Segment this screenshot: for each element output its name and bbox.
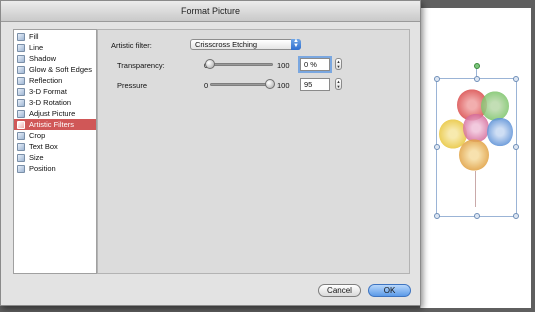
ok-button[interactable]: OK: [368, 284, 411, 297]
pressure-max-label: 100: [277, 81, 290, 90]
artistic-filter-popup[interactable]: Crisscross Etching ▲ ▼: [190, 38, 301, 50]
category-adjust-picture[interactable]: Adjust Picture: [14, 108, 96, 119]
position-icon: [17, 164, 25, 173]
category-label: Glow & Soft Edges: [29, 65, 92, 74]
artistic-filters-panel: Artistic filter: Crisscross Etching ▲ ▼ T…: [97, 29, 410, 274]
pressure-stepper[interactable]: ▲ ▼: [335, 78, 342, 90]
transparency-label: Transparency:: [117, 61, 165, 70]
transparency-slider-knob[interactable]: [205, 59, 215, 69]
3d-rotation-icon: [17, 98, 25, 107]
resize-handle-bottom-left[interactable]: [434, 213, 440, 219]
resize-handle-right[interactable]: [513, 144, 519, 150]
pressure-field[interactable]: 95: [300, 78, 330, 91]
artistic-filters-icon: [17, 120, 25, 129]
category-label: Text Box: [29, 142, 58, 151]
category-label: Artistic Filters: [29, 120, 74, 129]
transparency-slider-track[interactable]: [210, 63, 273, 66]
glow-icon: [17, 65, 25, 74]
pressure-slider-knob[interactable]: [264, 79, 275, 89]
category-glow-soft-edges[interactable]: Glow & Soft Edges: [14, 64, 96, 75]
category-artistic-filters[interactable]: Artistic Filters: [14, 119, 96, 130]
category-label: 3-D Rotation: [29, 98, 72, 107]
transparency-max-label: 100: [277, 61, 290, 70]
reflection-icon: [17, 76, 25, 85]
size-icon: [17, 153, 25, 162]
category-shadow[interactable]: Shadow: [14, 53, 96, 64]
line-icon: [17, 43, 25, 52]
category-label: Adjust Picture: [29, 109, 76, 118]
rotation-handle[interactable]: [474, 63, 480, 69]
shadow-icon: [17, 54, 25, 63]
category-label: Reflection: [29, 76, 63, 85]
format-picture-dialog: Format Picture Fill Line Shadow Glow & S…: [0, 0, 421, 306]
balloon-blue: [487, 117, 513, 147]
pressure-slider-track[interactable]: [210, 83, 273, 86]
pressure-label: Pressure: [117, 81, 148, 90]
pressure-min-label: 0: [204, 81, 209, 90]
cancel-button[interactable]: Cancel: [318, 284, 361, 297]
resize-handle-bottom[interactable]: [474, 213, 480, 219]
category-label: Line: [29, 43, 44, 52]
category-3d-rotation[interactable]: 3-D Rotation: [14, 97, 96, 108]
category-label: Fill: [29, 32, 39, 41]
category-label: Size: [29, 153, 44, 162]
transparency-stepper[interactable]: ▲ ▼: [335, 58, 342, 70]
category-label: Shadow: [29, 54, 57, 63]
transparency-field[interactable]: 0 %: [300, 58, 330, 71]
artistic-filter-value: Crisscross Etching: [195, 40, 258, 49]
category-list[interactable]: Fill Line Shadow Glow & Soft Edges Refle…: [13, 29, 97, 274]
category-text-box[interactable]: Text Box: [14, 141, 96, 152]
category-position[interactable]: Position: [14, 163, 96, 174]
category-crop[interactable]: Crop: [14, 130, 96, 141]
resize-handle-top-right[interactable]: [513, 76, 519, 82]
resize-handle-top[interactable]: [474, 76, 480, 82]
category-fill[interactable]: Fill: [14, 31, 96, 42]
balloon-strings: [475, 171, 476, 207]
category-3d-format[interactable]: 3-D Format: [14, 86, 96, 97]
selected-picture[interactable]: [434, 63, 519, 219]
category-label: 3-D Format: [29, 87, 67, 96]
balloon-orange: [459, 139, 489, 171]
resize-handle-left[interactable]: [434, 144, 440, 150]
category-reflection[interactable]: Reflection: [14, 75, 96, 86]
category-line[interactable]: Line: [14, 42, 96, 53]
resize-handle-top-left[interactable]: [434, 76, 440, 82]
adjust-picture-icon: [17, 109, 25, 118]
artistic-filter-label: Artistic filter:: [111, 41, 152, 50]
crop-icon: [17, 131, 25, 140]
dialog-title: Format Picture: [1, 1, 420, 22]
category-size[interactable]: Size: [14, 152, 96, 163]
category-label: Position: [29, 164, 56, 173]
category-label: Crop: [29, 131, 46, 140]
document-page: [420, 8, 531, 308]
resize-handle-bottom-right[interactable]: [513, 213, 519, 219]
text-box-icon: [17, 142, 25, 151]
popup-arrows-icon: ▲ ▼: [291, 38, 301, 50]
fill-bucket-icon: [17, 32, 25, 41]
3d-format-icon: [17, 87, 25, 96]
